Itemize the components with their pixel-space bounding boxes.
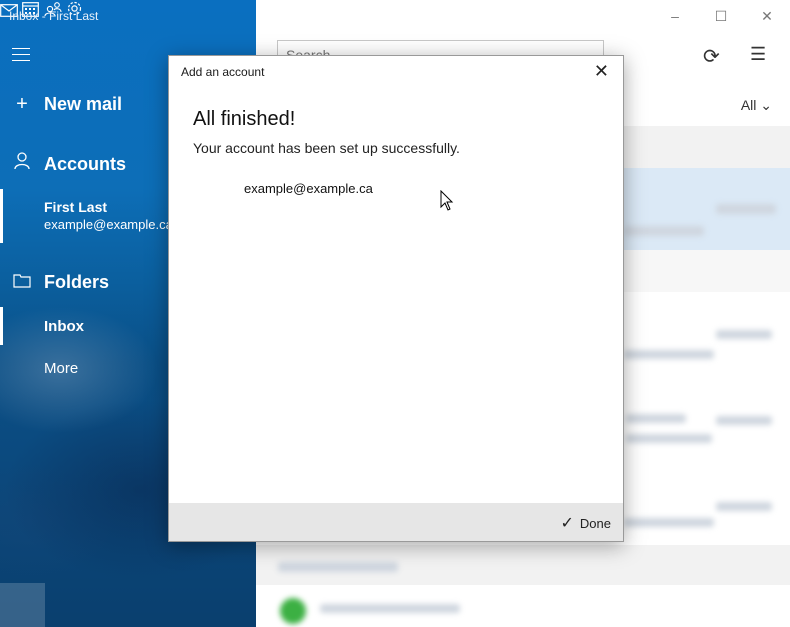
select-mode-icon[interactable]: ☰ xyxy=(750,44,766,65)
person-icon xyxy=(0,152,44,176)
filter-label: All xyxy=(740,97,757,113)
filter-dropdown[interactable]: All ⌄ xyxy=(741,97,772,114)
dialog-close-icon[interactable]: ✕ xyxy=(594,61,609,82)
chevron-down-icon: ⌄ xyxy=(760,97,772,113)
minimize-button[interactable]: – xyxy=(652,0,698,32)
done-button[interactable]: ✓ Done xyxy=(561,513,611,533)
done-label: Done xyxy=(579,515,611,531)
folder-icon xyxy=(0,271,44,294)
account-email: example@example.ca xyxy=(44,217,173,232)
dialog-heading: All finished! xyxy=(193,108,296,130)
window-controls: – ☐ ✕ xyxy=(652,0,790,32)
configured-account-email: example@example.ca xyxy=(244,181,373,196)
bottom-app-bar xyxy=(0,583,256,627)
plus-icon: + xyxy=(16,92,28,115)
dialog-title: Add an account xyxy=(181,65,265,79)
folder-more[interactable]: More xyxy=(44,360,78,377)
folders-label: Folders xyxy=(44,271,110,292)
checkmark-icon: ✓ xyxy=(560,515,574,532)
inbox-selection-indicator xyxy=(0,307,3,345)
accounts-label: Accounts xyxy=(44,153,127,174)
mouse-cursor-icon xyxy=(440,190,454,211)
new-mail-label: New mail xyxy=(44,93,123,114)
add-account-dialog: Add an account ✕ All finished! Your acco… xyxy=(168,55,624,542)
dialog-message: Your account has been set up successfull… xyxy=(193,140,460,156)
maximize-button[interactable]: ☐ xyxy=(698,0,744,32)
hamburger-menu-icon[interactable] xyxy=(12,48,30,62)
dialog-footer: ✓ Done xyxy=(169,503,623,541)
folder-inbox[interactable]: Inbox xyxy=(44,318,84,335)
close-button[interactable]: ✕ xyxy=(744,0,790,32)
window-title: Inbox - First Last xyxy=(9,9,99,23)
account-name: First Last xyxy=(44,199,108,215)
sync-icon[interactable]: ⟳ xyxy=(703,44,720,69)
selection-indicator xyxy=(0,189,3,243)
